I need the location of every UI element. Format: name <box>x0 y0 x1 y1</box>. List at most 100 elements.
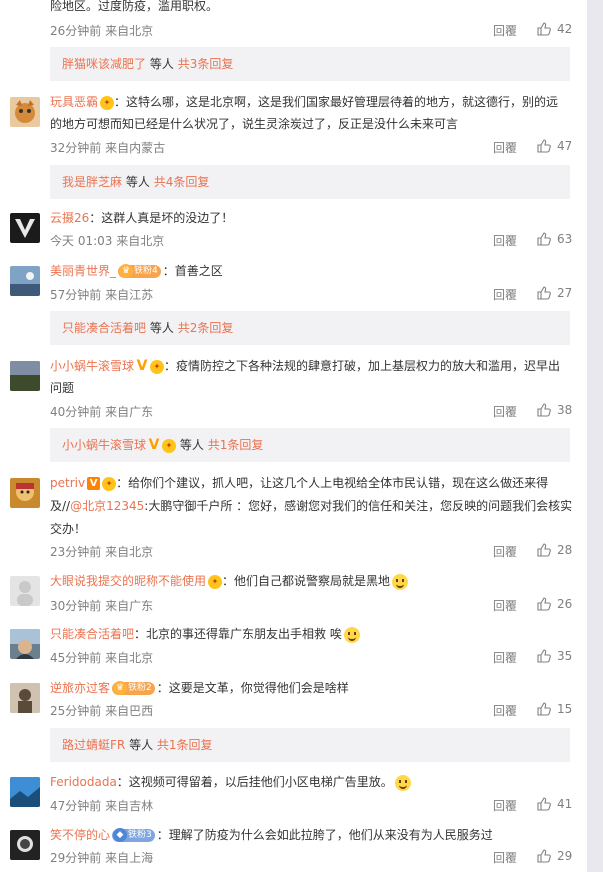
like-count: 63 <box>557 232 573 246</box>
username-link[interactable]: 玩具恶霸 <box>50 95 98 109</box>
username-link[interactable]: 大眼说我提交的昵称不能使用 <box>50 574 206 588</box>
verified-v-icon: V <box>87 477 101 490</box>
reply-button[interactable]: 回覆 <box>493 849 517 866</box>
comment-text-line: 玩具恶霸 ✦ ：这特么哪，这是北京啊，这是我们国家最好管理层待着的地方，就这德行，别… <box>50 93 570 112</box>
comment-text: ：这特么哪，这是北京啊，这是我们国家最好管理层待着的地方，就这德行，别的远 <box>114 95 559 109</box>
comment-text: ：这要是文革，你觉得他们会是啥样 <box>156 681 349 695</box>
thumbs-up-icon[interactable] <box>537 22 551 36</box>
reply-summary[interactable]: 路过蜻蜓FR 等人 共1条回复 <box>50 728 570 762</box>
reply-button[interactable]: 回覆 <box>493 232 517 249</box>
reply-button[interactable]: 回覆 <box>493 22 517 39</box>
reply-summary[interactable]: 只能凑合活着吧 等人 共2条回复 <box>50 311 570 345</box>
avatar[interactable] <box>10 97 40 127</box>
thumbs-up-icon[interactable] <box>537 649 551 663</box>
avatar[interactable] <box>10 830 40 860</box>
username-link[interactable]: Feridodada <box>50 775 117 789</box>
username-link[interactable]: 逆旅亦过客 <box>50 681 110 695</box>
comment-location: 来自江苏 <box>105 288 154 302</box>
avatar[interactable] <box>10 361 40 391</box>
fan-badge-icon: ♛ <box>113 681 128 695</box>
reply-count-link[interactable]: 共2条回复 <box>178 321 234 335</box>
avatar[interactable] <box>10 478 40 508</box>
reply-summary[interactable]: 我是胖芝麻 等人 共4条回复 <box>50 165 570 199</box>
thumbs-up-icon[interactable] <box>537 139 551 153</box>
username-link[interactable]: 只能凑合活着吧 <box>50 627 134 641</box>
thumbs-up-icon[interactable] <box>537 797 551 811</box>
reply-etc: 等人 <box>149 321 174 335</box>
comment-time: 32分钟前 <box>50 141 102 155</box>
username-link[interactable]: petriv <box>50 476 85 490</box>
reply-button[interactable]: 回覆 <box>493 286 517 303</box>
comment-actions: 回覆 63 <box>493 232 573 248</box>
reply-button[interactable]: 回覆 <box>493 597 517 614</box>
username-link[interactable]: 小小蜗牛滚雪球 <box>50 359 134 373</box>
comment-text-line: 的地方可想而知已经是什么状况了，说生灵涂炭过了，反正是没什么未来可言 <box>50 117 459 131</box>
verified-v-icon: V <box>148 437 160 453</box>
reply-count-link[interactable]: 共1条回复 <box>157 738 213 752</box>
reply-user-link[interactable]: 只能凑合活着吧 <box>62 321 146 335</box>
reply-button[interactable]: 回覆 <box>493 702 517 719</box>
comment-meta: 40分钟前 来自广东 <box>50 403 153 420</box>
comment-actions: 回覆 26 <box>493 597 573 613</box>
comment-meta: 26分钟前 来自北京 <box>50 22 153 39</box>
comment-text: ：首善之区 <box>162 264 223 278</box>
comment-location: 来自内蒙古 <box>105 141 166 155</box>
thumbs-up-icon[interactable] <box>537 286 551 300</box>
thumbs-up-icon[interactable] <box>537 403 551 417</box>
comment-meta: 57分钟前 来自江苏 <box>50 286 153 303</box>
thumbs-up-icon[interactable] <box>537 597 551 611</box>
comment-actions: 回覆 35 <box>493 649 573 665</box>
comment-text: ：给你们个建议，抓人吧，让这几个人上电视给全体市民认错，现在这么做还来得 <box>116 476 549 490</box>
reply-user-link[interactable]: 小小蜗牛滚雪球 <box>62 438 146 452</box>
fan-medal-icon: ✦ <box>208 574 223 589</box>
comment-text: 险地区。过度防疫，滥用职权。 <box>50 0 219 13</box>
avatar[interactable] <box>10 683 40 713</box>
fan-badge: ◆ 铁粉3 <box>112 828 155 842</box>
thumbs-up-icon[interactable] <box>537 849 551 863</box>
reply-summary[interactable]: 小小蜗牛滚雪球 V ✦ 等人 共1条回复 <box>50 428 570 462</box>
avatar[interactable] <box>10 777 40 807</box>
sigh-emoji-icon <box>343 626 360 643</box>
reply-button[interactable]: 回覆 <box>493 649 517 666</box>
comment-meta: 今天 01:03 来自北京 <box>50 232 164 249</box>
comment-location: 来自上海 <box>105 851 154 865</box>
thumbs-up-icon[interactable] <box>537 543 551 557</box>
fan-medal-icon: ✦ <box>102 476 117 491</box>
reply-count-link[interactable]: 共4条回复 <box>154 175 210 189</box>
smile-emoji-icon <box>394 774 411 791</box>
reply-summary[interactable]: 胖猫咪该减肥了 等人 共3条回复 <box>50 47 570 81</box>
comment-location: 来自北京 <box>105 24 154 38</box>
reply-button[interactable]: 回覆 <box>493 543 517 560</box>
comment-location: 来自广东 <box>105 599 154 613</box>
comment-actions: 回覆 38 <box>493 403 573 419</box>
username-link[interactable]: 云摄26 <box>50 211 89 225</box>
thumbs-up-icon[interactable] <box>537 702 551 716</box>
comment-time: 26分钟前 <box>50 24 102 38</box>
comment-text: ：这群人真是坏的没边了！ <box>89 211 234 225</box>
username-link[interactable]: 笑不停的心 <box>50 828 110 842</box>
reply-button[interactable]: 回覆 <box>493 797 517 814</box>
reply-etc: 等人 <box>149 57 174 71</box>
comment-meta: 32分钟前 来自内蒙古 <box>50 139 165 156</box>
avatar[interactable] <box>10 266 40 296</box>
comment-actions: 回覆 47 <box>493 139 573 155</box>
reply-button[interactable]: 回覆 <box>493 403 517 420</box>
reply-user-link[interactable]: 我是胖芝麻 <box>62 175 122 189</box>
comment-meta: 45分钟前 来自北京 <box>50 649 153 666</box>
comment-time: 29分钟前 <box>50 851 102 865</box>
reply-button[interactable]: 回覆 <box>493 139 517 156</box>
fan-badge-label: 铁粉3 <box>128 830 152 840</box>
avatar[interactable] <box>10 576 40 606</box>
reply-user-link[interactable]: 路过蜻蜓FR <box>62 738 125 752</box>
avatar[interactable] <box>10 213 40 243</box>
mention-link[interactable]: @北京12345 <box>70 499 144 513</box>
reply-count-link[interactable]: 共3条回复 <box>178 57 234 71</box>
avatar[interactable] <box>10 629 40 659</box>
username-link[interactable]: 美丽青世界_ <box>50 264 116 278</box>
thumbs-up-icon[interactable] <box>537 232 551 246</box>
reply-count-link[interactable]: 共1条回复 <box>208 438 264 452</box>
comment-feed: 险地区。过度防疫，滥用职权。 26分钟前 来自北京 回覆 42 胖猫咪该减肥了 … <box>0 0 587 872</box>
comment-meta: 30分钟前 来自广东 <box>50 597 153 614</box>
reply-user-link[interactable]: 胖猫咪该减肥了 <box>62 57 146 71</box>
comment-time: 25分钟前 <box>50 704 102 718</box>
